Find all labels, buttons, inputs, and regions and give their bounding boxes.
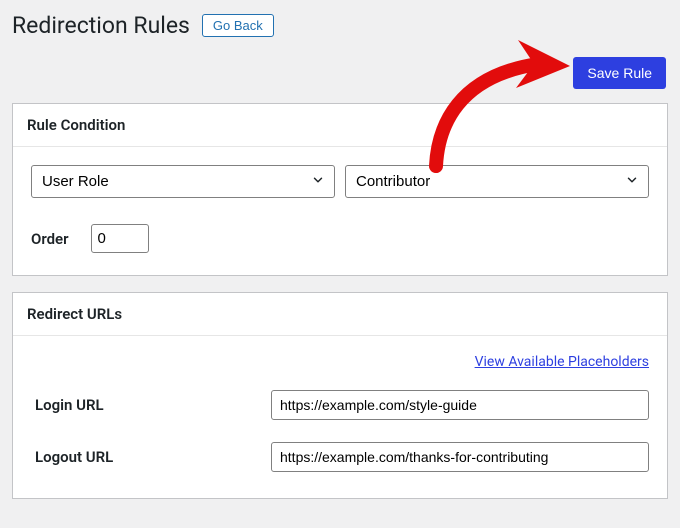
order-label: Order xyxy=(31,230,69,248)
logout-url-row: Logout URL xyxy=(31,442,649,472)
save-row: Save Rule xyxy=(0,43,680,95)
condition-select-row: User Role Contributor xyxy=(31,165,649,198)
order-row: Order xyxy=(31,224,649,253)
logout-url-label: Logout URL xyxy=(31,448,271,466)
redirect-urls-title: Redirect URLs xyxy=(13,293,667,336)
rule-condition-body: User Role Contributor Order xyxy=(13,147,667,275)
condition-type-select[interactable]: User Role xyxy=(31,165,335,198)
login-url-row: Login URL xyxy=(31,390,649,420)
login-url-input[interactable] xyxy=(271,390,649,420)
redirect-urls-body: View Available Placeholders Login URL Lo… xyxy=(13,336,667,498)
page-title: Redirection Rules xyxy=(12,12,190,39)
placeholders-link-row: View Available Placeholders xyxy=(31,354,649,370)
order-input[interactable] xyxy=(91,224,149,253)
view-placeholders-link[interactable]: View Available Placeholders xyxy=(475,354,649,370)
logout-url-input[interactable] xyxy=(271,442,649,472)
condition-value-select[interactable]: Contributor xyxy=(345,165,649,198)
condition-value-select-wrap: Contributor xyxy=(345,165,649,198)
redirect-urls-panel: Redirect URLs View Available Placeholder… xyxy=(12,292,668,499)
page-header: Redirection Rules Go Back xyxy=(0,0,680,43)
rule-condition-title: Rule Condition xyxy=(13,104,667,147)
go-back-button[interactable]: Go Back xyxy=(202,14,274,37)
rule-condition-panel: Rule Condition User Role Contributor Ord… xyxy=(12,103,668,276)
condition-type-select-wrap: User Role xyxy=(31,165,335,198)
login-url-label: Login URL xyxy=(31,396,271,414)
save-rule-button[interactable]: Save Rule xyxy=(573,57,666,89)
